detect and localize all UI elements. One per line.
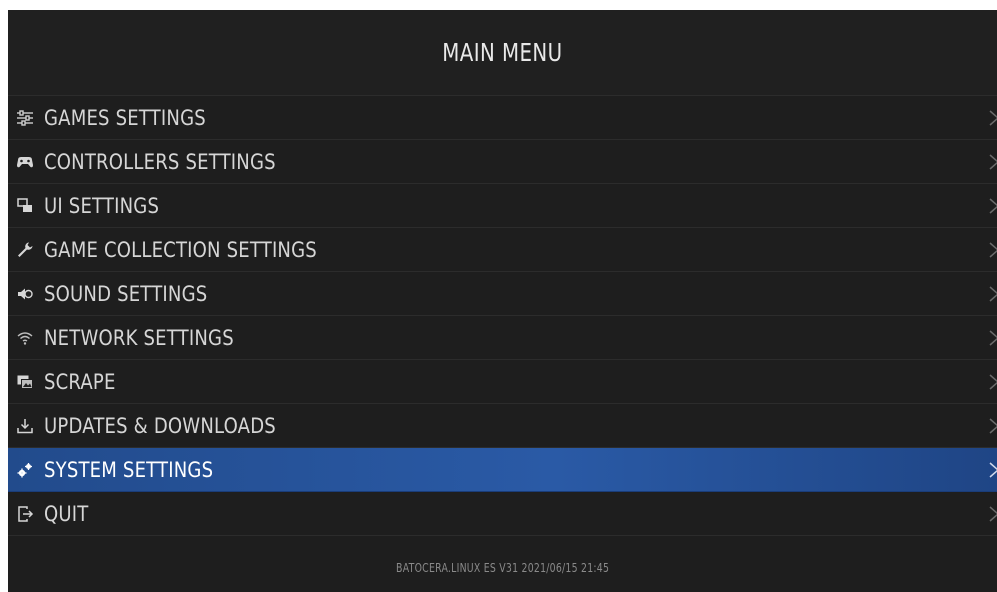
menu-item-label: CONTROLLERS SETTINGS [44, 149, 276, 174]
chevron-right-icon [987, 152, 997, 172]
menu-item-controllers-settings[interactable]: CONTROLLERS SETTINGS [8, 140, 997, 184]
menu-item-game-collection-settings[interactable]: GAME COLLECTION SETTINGS [8, 228, 997, 272]
chevron-right-icon [987, 504, 997, 524]
display-icon [14, 195, 36, 217]
menu-item-label: GAME COLLECTION SETTINGS [44, 237, 317, 262]
chevron-right-icon [987, 372, 997, 392]
menu-item-sound-settings[interactable]: SOUND SETTINGS [8, 272, 997, 316]
chevron-right-icon [987, 108, 997, 128]
version-label: BATOCERA.LINUX ES V31 2021/06/15 21:45 [395, 561, 610, 575]
chevron-right-icon [987, 328, 997, 348]
wifi-icon [14, 327, 36, 349]
menu-item-games-settings[interactable]: GAMES SETTINGS [8, 96, 997, 140]
menu-item-label: SOUND SETTINGS [44, 281, 208, 306]
menu-item-label: SCRAPE [44, 369, 116, 394]
chevron-right-icon [987, 240, 997, 260]
sliders-icon [14, 107, 36, 129]
menu-item-system-settings[interactable]: SYSTEM SETTINGS [8, 448, 997, 492]
exit-icon [14, 503, 36, 525]
image-icon [14, 371, 36, 393]
title-bar: MAIN MENU [8, 10, 997, 95]
menu-item-network-settings[interactable]: NETWORK SETTINGS [8, 316, 997, 360]
speaker-icon [14, 283, 36, 305]
wrench-icon [14, 239, 36, 261]
menu-item-label: QUIT [44, 501, 89, 526]
gears-icon [14, 459, 36, 481]
menu-item-label: UPDATES & DOWNLOADS [44, 413, 276, 438]
gamepad-icon [14, 151, 36, 173]
menu-item-label: NETWORK SETTINGS [44, 325, 234, 350]
menu-item-label: SYSTEM SETTINGS [44, 457, 214, 482]
chevron-right-icon [987, 460, 997, 480]
menu-item-ui-settings[interactable]: UI SETTINGS [8, 184, 997, 228]
main-menu-list: GAMES SETTINGS CONTROLLERS SETTINGS UI S… [8, 95, 997, 536]
menu-item-scrape[interactable]: SCRAPE [8, 360, 997, 404]
menu-item-label: UI SETTINGS [44, 193, 160, 218]
menu-item-label: GAMES SETTINGS [44, 105, 206, 130]
main-menu-screen: MAIN MENU GAMES SETTINGS CONTROLLERS SET… [8, 10, 997, 592]
chevron-right-icon [987, 284, 997, 304]
menu-item-quit[interactable]: QUIT [8, 492, 997, 536]
download-icon [14, 415, 36, 437]
menu-item-updates-downloads[interactable]: UPDATES & DOWNLOADS [8, 404, 997, 448]
chevron-right-icon [987, 196, 997, 216]
page-title: MAIN MENU [442, 38, 563, 67]
chevron-right-icon [987, 416, 997, 436]
footer: BATOCERA.LINUX ES V31 2021/06/15 21:45 [8, 544, 997, 592]
